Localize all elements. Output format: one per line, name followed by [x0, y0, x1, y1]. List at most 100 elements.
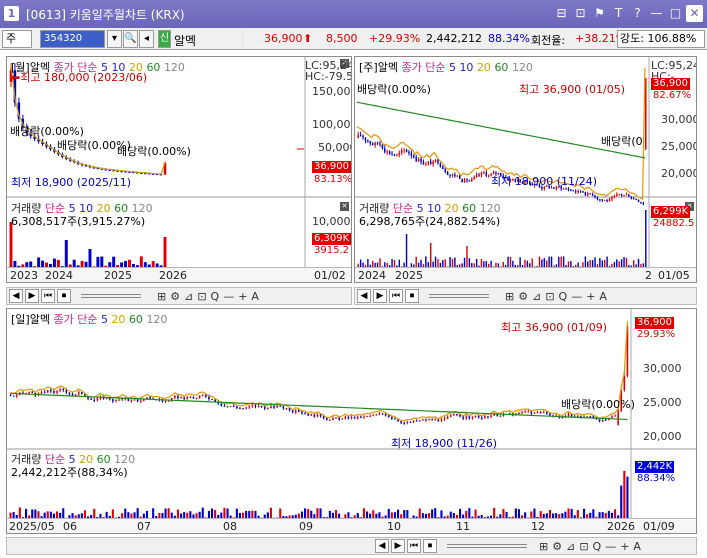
- settings-icon[interactable]: ⚙: [552, 540, 562, 553]
- daily-candle: [384, 413, 387, 416]
- layout-icon[interactable]: ⊡: [545, 290, 554, 303]
- zoom-icon[interactable]: Q: [559, 290, 568, 303]
- zoom-icon[interactable]: Q: [593, 540, 602, 553]
- weekly-scrollbar[interactable]: ◀ ▶ ⏮ ⏹ ⊞ ⚙ ⊿ ⊡ Q — + A: [354, 287, 697, 305]
- drawing-icon[interactable]: ⊿: [184, 290, 193, 303]
- scroll-start-icon[interactable]: ⏮: [407, 539, 421, 553]
- weekly-candle: [572, 190, 575, 192]
- volume-bar: [405, 234, 408, 267]
- volume-bar: [592, 509, 595, 518]
- volume-bar: [397, 509, 400, 518]
- scroll-track[interactable]: [447, 544, 527, 548]
- grid-icon[interactable]: ⊞: [539, 540, 548, 553]
- volume-bar: [463, 257, 466, 267]
- weekly-candle: [599, 199, 601, 201]
- dividend-note: 배당락(0.00%): [117, 145, 191, 158]
- zoom-in-icon[interactable]: +: [238, 290, 247, 303]
- monthly-scrollbar[interactable]: ◀ ▶ ⏮ ⏹ ⊞ ⚙ ⊿ ⊡ Q — + A: [6, 287, 352, 305]
- volume-bar: [393, 260, 396, 267]
- drawing-icon[interactable]: ⊿: [566, 540, 575, 553]
- stock-code-input[interactable]: 354320: [40, 30, 105, 48]
- auto-scale-icon[interactable]: A: [599, 290, 607, 303]
- market-select[interactable]: 주: [2, 30, 32, 48]
- scroll-right-icon[interactable]: ▶: [391, 539, 405, 553]
- help-icon[interactable]: ?: [629, 5, 646, 22]
- window-title: [0613] 키움일주월차트 (KRX): [26, 8, 185, 22]
- daily-candle: [149, 397, 151, 399]
- grid-icon[interactable]: ⊞: [505, 290, 514, 303]
- daily-candle: [617, 411, 619, 425]
- zoom-in-icon[interactable]: +: [620, 540, 629, 553]
- weekly-candle: [582, 191, 584, 193]
- pin-icon[interactable]: ⚑: [591, 5, 608, 22]
- daily-candle: [468, 416, 471, 419]
- scroll-left-icon[interactable]: ◀: [357, 289, 371, 303]
- restore-layout-icon[interactable]: ⊡: [572, 5, 589, 22]
- auto-scale-icon[interactable]: A: [633, 540, 641, 553]
- scroll-track[interactable]: [81, 294, 141, 298]
- scroll-start-icon[interactable]: ⏮: [41, 289, 55, 303]
- daily-candle: [546, 412, 548, 414]
- weekly-candle: [637, 199, 640, 202]
- zoom-out-icon[interactable]: —: [223, 290, 234, 303]
- settings-icon[interactable]: ⚙: [518, 290, 528, 303]
- minimize-button[interactable]: —: [648, 5, 665, 22]
- search-icon[interactable]: 🔍: [123, 30, 138, 48]
- maximize-button[interactable]: □: [667, 5, 684, 22]
- scroll-left-icon[interactable]: ◀: [375, 539, 389, 553]
- scroll-right-icon[interactable]: ▶: [25, 289, 39, 303]
- close-icon[interactable]: ✕: [340, 202, 349, 211]
- volume-bar: [539, 511, 542, 518]
- new-listing-badge: 신: [158, 30, 171, 48]
- stop-icon[interactable]: ⏹: [423, 539, 437, 553]
- settings-icon[interactable]: ⚙: [170, 290, 180, 303]
- volume-bar: [254, 510, 257, 518]
- history-icon[interactable]: ◂: [139, 30, 154, 48]
- daily-chart[interactable]: [7, 309, 697, 534]
- zoom-in-icon[interactable]: +: [586, 290, 595, 303]
- daily-candle: [133, 399, 136, 401]
- layout-icon[interactable]: ⊡: [197, 290, 206, 303]
- volume-bar: [189, 511, 192, 518]
- daily-candle: [174, 395, 176, 399]
- scroll-start-icon[interactable]: ⏮: [389, 289, 403, 303]
- zoom-icon[interactable]: Q: [211, 290, 220, 303]
- daily-candle: [273, 405, 275, 408]
- price-tick: 25,000: [643, 396, 682, 409]
- volume-bar: [111, 509, 114, 518]
- stop-icon[interactable]: ⏹: [405, 289, 419, 303]
- daily-scrollbar[interactable]: ◀ ▶ ⏮ ⏹ ⊞ ⚙ ⊿ ⊡ Q — + A: [6, 537, 697, 555]
- volume-bar: [64, 240, 68, 267]
- weekly-candle: [396, 154, 398, 156]
- drawing-icon[interactable]: ⊿: [532, 290, 541, 303]
- daily-candle: [307, 413, 309, 416]
- volume-bar: [335, 509, 338, 518]
- daily-candle: [298, 410, 300, 412]
- grid-icon[interactable]: ⊞: [157, 290, 166, 303]
- daily-candle: [412, 420, 415, 423]
- monthly-chart[interactable]: [7, 57, 352, 283]
- scroll-track[interactable]: [429, 294, 489, 298]
- weekly-candle: [630, 196, 633, 199]
- zoom-out-icon[interactable]: —: [571, 290, 582, 303]
- close-button[interactable]: ✕: [686, 5, 703, 22]
- price-change: 8,500: [326, 32, 358, 45]
- weekly-candle: [645, 78, 647, 149]
- volume-bar: [616, 259, 618, 267]
- weekly-candle: [587, 193, 589, 196]
- date-label: 2026: [607, 520, 635, 533]
- layout-icon[interactable]: ⊟: [553, 5, 570, 22]
- dropdown-icon[interactable]: ▾: [107, 30, 122, 48]
- stop-icon[interactable]: ⏹: [57, 289, 71, 303]
- daily-candle: [279, 405, 282, 407]
- weekly-candle: [374, 142, 376, 146]
- zoom-out-icon[interactable]: —: [605, 540, 616, 553]
- daily-chart-panel: [일]알멕 종가 단순 5 20 60 120 최고 36,900 (01/09…: [6, 308, 697, 534]
- layout-icon[interactable]: ⊡: [579, 540, 588, 553]
- scroll-right-icon[interactable]: ▶: [373, 289, 387, 303]
- scroll-left-icon[interactable]: ◀: [9, 289, 23, 303]
- weekly-candle: [444, 168, 446, 172]
- text-icon[interactable]: T: [610, 5, 627, 22]
- volume-bar: [46, 511, 49, 518]
- auto-scale-icon[interactable]: A: [251, 290, 259, 303]
